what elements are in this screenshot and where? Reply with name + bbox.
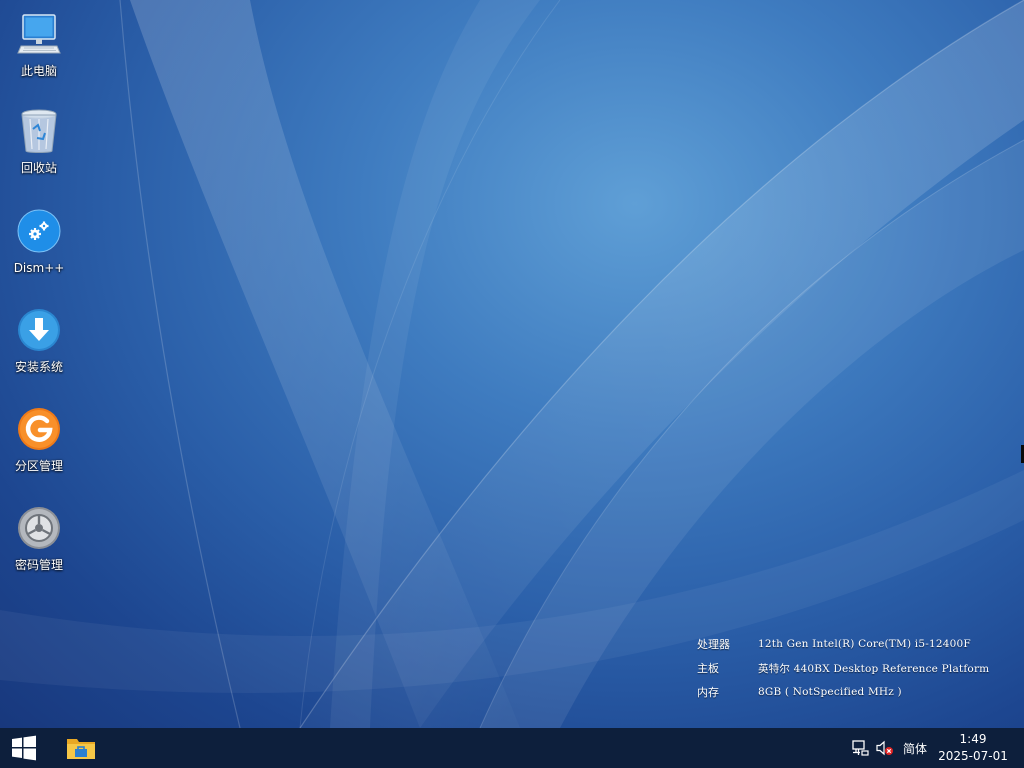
desktop-icon-label: 此电脑 <box>20 64 57 78</box>
desktop-icon-label: 分区管理 <box>14 459 63 473</box>
desktop-icon-install-system[interactable]: 安装系统 <box>4 304 74 384</box>
computer-icon <box>15 10 63 58</box>
system-info-panel: 处理器 12th Gen Intel(R) Core(TM) i5-12400F… <box>697 632 989 704</box>
sysinfo-key: 处理器 <box>697 638 730 651</box>
volume-muted-icon <box>876 740 893 756</box>
tray-ime-indicator[interactable]: 简体 <box>899 728 931 768</box>
sysinfo-value: 8GB ( NotSpecified MHz ) <box>758 686 902 698</box>
desktop-icon-label: 安装系统 <box>14 360 63 374</box>
desktop-icon-partition-manager[interactable]: 分区管理 <box>4 403 74 483</box>
show-desktop-button[interactable] <box>1019 728 1024 768</box>
desktop-icon-this-pc[interactable]: 此电脑 <box>4 8 74 88</box>
recycle-bin-icon <box>15 107 63 155</box>
desktop-icon-label: 回收站 <box>20 161 57 175</box>
tray-volume-button[interactable] <box>874 728 896 768</box>
desktop-icon-label: Dism++ <box>13 261 65 275</box>
system-tray: 简体 1:49 2025-07-01 <box>0 728 1024 768</box>
desktop-icon-label: 密码管理 <box>14 558 63 572</box>
tray-clock[interactable]: 1:49 2025-07-01 <box>934 728 1012 768</box>
sysinfo-value: 英特尔 440BX Desktop Reference Platform <box>758 662 990 675</box>
sysinfo-row-memory: 内存 8GB ( NotSpecified MHz ) <box>697 680 989 704</box>
desktop-icon-password-manager[interactable]: 密码管理 <box>4 502 74 582</box>
desktop-icon-dism[interactable]: Dism++ <box>4 205 74 285</box>
tray-network-button[interactable] <box>850 728 872 768</box>
sysinfo-key: 内存 <box>697 686 719 699</box>
download-arrow-icon <box>15 306 63 354</box>
network-disconnected-icon <box>852 740 869 756</box>
desktop-icon-recycle-bin[interactable]: 回收站 <box>4 105 74 185</box>
clock-time: 1:49 <box>959 732 987 746</box>
gears-icon <box>15 207 63 255</box>
lock-dial-icon <box>15 504 63 552</box>
sysinfo-row-motherboard: 主板 英特尔 440BX Desktop Reference Platform <box>697 656 989 680</box>
sysinfo-key: 主板 <box>697 662 719 675</box>
wallpaper <box>0 0 1024 728</box>
sysinfo-value: 12th Gen Intel(R) Core(TM) i5-12400F <box>758 638 971 650</box>
sysinfo-row-cpu: 处理器 12th Gen Intel(R) Core(TM) i5-12400F <box>697 632 989 656</box>
clock-date: 2025-07-01 <box>938 749 1008 763</box>
partition-g-icon <box>15 405 63 453</box>
taskbar: 简体 1:49 2025-07-01 <box>0 728 1024 768</box>
desktop[interactable]: 此电脑 回收站 Dism++ 安装系统 分区管理 密码管理 处理器 12th G… <box>0 0 1024 728</box>
